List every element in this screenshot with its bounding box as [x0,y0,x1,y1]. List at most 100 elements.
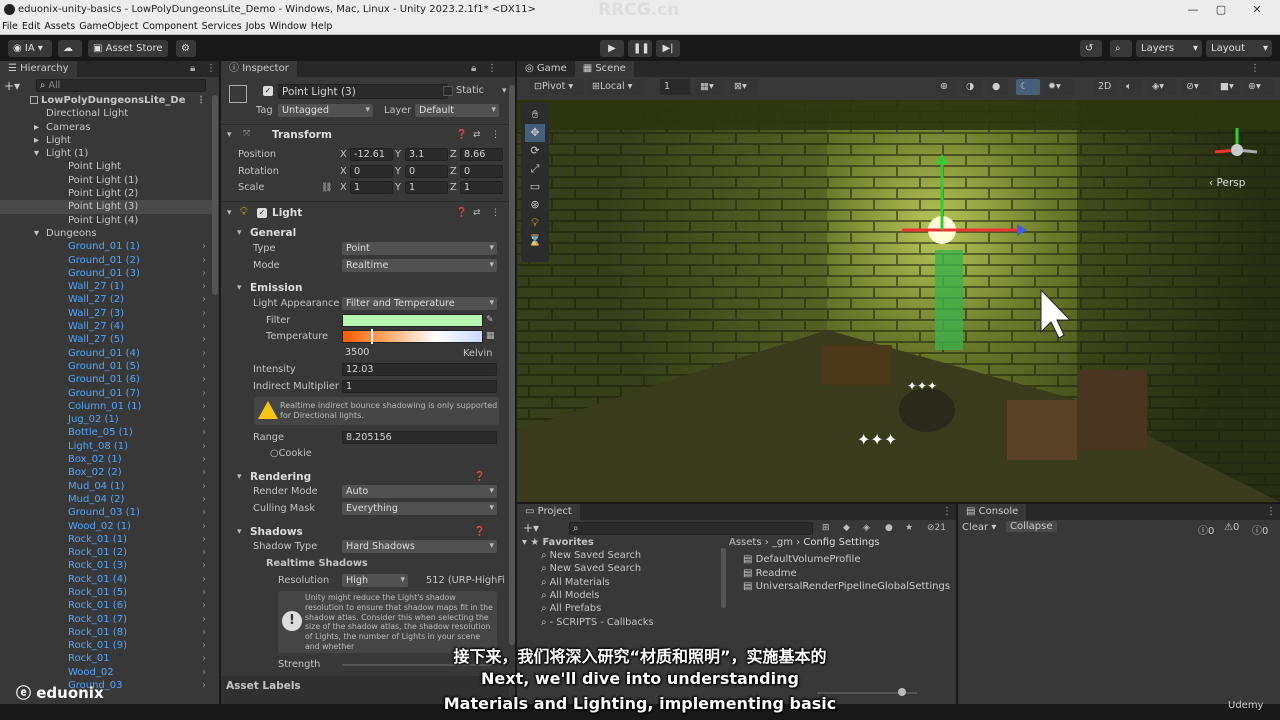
hierarchy-item[interactable]: ▾ Light (1) [0,147,212,160]
layout-dropdown[interactable]: Layout ▾ [1206,40,1272,57]
menu-services[interactable]: Services [200,20,244,34]
lock-icon[interactable]: 🔒︎ [471,61,476,77]
favorite-item[interactable]: ⌕ All Materials [541,577,610,588]
lock-icon[interactable]: 🔒︎ [190,61,195,77]
type-dropdown[interactable]: Point [342,242,497,255]
prefab-arrow-icon[interactable]: › [202,280,206,293]
axis-label-y[interactable]: Y [395,149,401,160]
expand-arrow-icon[interactable]: ▾ [237,471,242,483]
prefab-arrow-icon[interactable]: › [202,506,206,519]
tab-scene[interactable]: ▦ Scene [574,61,634,77]
hidden-toggle[interactable]: ⊘▾ [1182,79,1212,95]
hierarchy-item[interactable]: › Rock_01 (1) [0,533,212,546]
hierarchy-item[interactable]: Directional Light [0,107,212,120]
layer-dropdown[interactable]: Default [415,104,499,117]
static-checkbox[interactable] [443,86,453,96]
hierarchy-item[interactable]: › Ground_01 (7) [0,387,212,400]
prefab-arrow-icon[interactable]: › [202,307,206,320]
prefab-arrow-icon[interactable]: › [202,466,206,479]
menu-dots-icon[interactable]: ⋮ [491,129,500,141]
hierarchy-item[interactable]: › Box_02 (2) [0,466,212,479]
prefab-arrow-icon[interactable]: › [202,533,206,546]
pivot-dropdown[interactable]: ⊡Pivot ▾ [530,79,584,95]
camera-dropdown[interactable]: ■▾ [1216,79,1240,95]
object-name-field[interactable]: Point Light (3) [278,84,448,99]
pause-button[interactable]: ❚❚ [628,40,652,57]
prefab-arrow-icon[interactable]: › [202,559,206,572]
prefab-arrow-icon[interactable]: › [202,573,206,586]
hierarchy-item[interactable]: › Rock_01 (6) [0,599,212,612]
temperature-field[interactable]: 3500 [342,347,459,360]
hierarchy-item[interactable]: Point Light [0,160,212,173]
prefab-arrow-icon[interactable]: › [202,267,206,280]
menu-file[interactable]: File [0,20,20,34]
step-button[interactable]: ▶| [656,40,680,57]
settings-button[interactable]: ⚙ [176,40,196,57]
hierarchy-search-input[interactable]: ⌕ All [36,79,206,92]
prefab-arrow-icon[interactable]: › [202,599,206,612]
rotate-tool-icon[interactable]: ⟳ [525,142,545,160]
effects-dropdown[interactable]: ✹▾ [1044,79,1074,95]
add-button[interactable]: +▾ [4,79,20,93]
prefab-arrow-icon[interactable]: › [202,586,206,599]
menu-dots-icon[interactable]: ⋮ [1266,504,1276,520]
maximize-icon[interactable]: ▢ [1206,0,1236,20]
favorite-item[interactable]: ⌕ All Prefabs [541,603,601,614]
resolution-dropdown[interactable]: High [342,574,408,587]
menu-dots-icon[interactable]: ⋮ [491,207,500,219]
layers-dropdown[interactable]: Layers ▾ [1136,40,1202,57]
prefab-arrow-icon[interactable]: › [202,293,206,306]
menu-jobs[interactable]: Jobs [244,20,268,34]
snap-button[interactable]: ⊠▾ [730,79,758,95]
transform-scl-y-field[interactable]: 1 [405,181,448,194]
hierarchy-item[interactable]: › Ground_01 (4) [0,347,212,360]
tab-project[interactable]: ▭ Project [517,504,580,520]
collapse-button[interactable]: Collapse [1006,521,1057,532]
search-button[interactable]: ⌕ [1110,40,1132,57]
menu-window[interactable]: Window [267,20,308,34]
preset-icon[interactable]: ⇄ [473,129,481,141]
prefab-arrow-icon[interactable]: › [202,333,206,346]
expand-arrow-icon[interactable]: ▾ [237,526,242,538]
star-icon[interactable]: ★ [905,522,913,534]
hierarchy-item[interactable]: › Mud_04 (1) [0,480,212,493]
error-count[interactable]: ⓘ0 [1252,522,1268,537]
transform-pos-z-field[interactable]: 8.66 [460,148,503,161]
tab-game[interactable]: ◎ Game [517,61,575,77]
expand-arrow-icon[interactable]: ▾ [227,129,232,141]
hierarchy-item[interactable]: › Ground_01 (6) [0,373,212,386]
eyedropper-icon[interactable]: ✎ [486,314,494,326]
axis-label-y[interactable]: Y [395,166,401,177]
menu-component[interactable]: Component [140,20,199,34]
prefab-arrow-icon[interactable]: › [202,320,206,333]
move-tool-icon[interactable]: ✥ [525,124,545,142]
orientation-button[interactable]: ⊕ [936,79,956,95]
wireframe-button[interactable]: ● [988,79,1008,95]
link-icon[interactable]: ⛓ [321,182,332,194]
asset-store-button[interactable]: ▣ Asset Store ▾ [88,40,168,71]
hierarchy-item[interactable]: › Ground_01 (1) [0,240,212,253]
hierarchy-item[interactable]: › Light_08 (1) [0,440,212,453]
grid-snap-button[interactable]: ▦▾ [696,79,724,95]
transform-tool-icon[interactable]: ⊛ [525,196,545,214]
render-mode-dropdown[interactable]: Auto [342,485,497,498]
grid-size-field[interactable]: 1 [660,79,690,95]
menu-dots-icon[interactable]: ⋮ [487,61,497,77]
asset-file[interactable]: ▤ DefaultVolumeProfile [743,554,953,568]
info-icon[interactable]: ● [885,522,893,534]
expand-arrow-icon[interactable]: ▾ [237,282,242,294]
project-search-input[interactable]: ⌕ [569,522,813,535]
menu-dots-icon[interactable]: ⋮ [1250,61,1260,77]
transform-pos-y-field[interactable]: 3.1 [405,148,448,161]
scene-viewport[interactable]: ✦✦✦ ✦✦✦ ✋︎ ✥ ⟳ ⤢ ▭ ⊛ 💡︎ ⌛ ‹ Persp [517,100,1280,502]
transform-rot-y-field[interactable]: 0 [405,165,448,178]
cookie-label[interactable]: ○Cookie [270,448,312,459]
light-appearance-dropdown[interactable]: Filter and Temperature [342,297,497,310]
transform-pos-x-field[interactable]: -12.61 [350,148,393,161]
active-checkbox[interactable]: ✓ [263,86,273,96]
hierarchy-scrollbar[interactable] [212,95,218,295]
help-icon[interactable]: ❓ [456,207,467,219]
hierarchy-item[interactable]: › Wall_27 (4) [0,320,212,333]
hierarchy-item[interactable]: › Wall_27 (5) [0,333,212,346]
menu-edit[interactable]: Edit [20,20,42,34]
